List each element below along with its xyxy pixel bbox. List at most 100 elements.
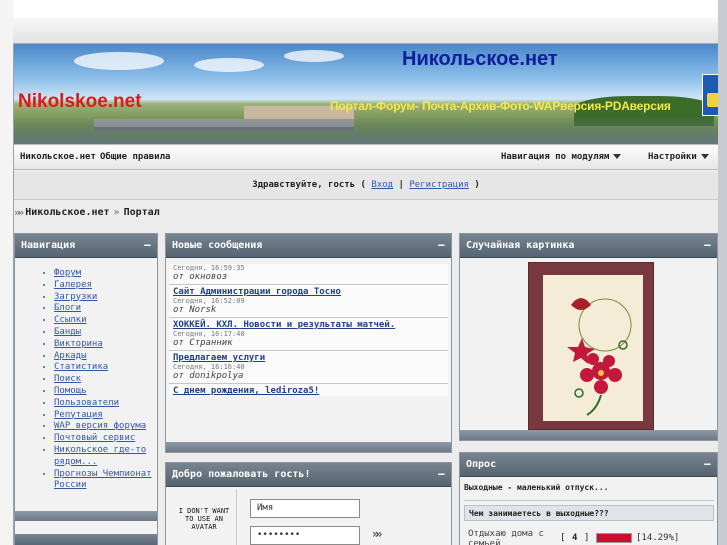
chevron-down-icon [700,154,709,159]
collapse-icon[interactable]: − [438,462,445,486]
nav-item-link[interactable]: Никольское где-то рядом... [54,445,146,467]
avatar-placeholder: I DON'T WANT TO USE AN AVATAR [178,507,230,531]
nav-item-link[interactable]: Аркады [54,351,87,361]
nav-modules-label: Навигация по модулям [501,152,610,162]
post-author[interactable]: от Norsk [169,305,448,317]
welcome-title: Добро пожаловать гость! [172,469,311,480]
site-title: Никольское.нет [402,48,558,70]
post-author[interactable]: от окновоз [169,272,448,284]
nav-item-link[interactable]: Банды [54,327,81,337]
nav-item: Ссылки [54,315,157,327]
random-picture-footer [460,430,717,440]
post-item: ХОККЕЙ. КХЛ. Новости и результаты матчей… [169,318,448,351]
nav-item-link[interactable]: Форум [54,268,81,278]
username-field[interactable]: Имя [250,499,360,518]
login-link[interactable]: Вход [371,180,393,190]
nav-item: Пользователи [54,398,157,410]
banner-links[interactable]: Портал-Форум- Почта-Архив-Фото-WAPверсия… [330,99,671,113]
banner-cloud [284,50,344,62]
nav-item-link[interactable]: Пользователи [54,398,119,408]
poll-divider [464,500,714,501]
nav-item-link[interactable]: Галерея [54,280,92,290]
nav-item-link[interactable]: Викторина [54,339,103,349]
chevron-down-icon [613,154,622,159]
nav-item-link[interactable]: Ссылки [54,315,87,325]
nav-item-link[interactable]: Помощь [54,386,87,396]
nav-item-link[interactable]: Почтовый сервис [54,433,135,443]
nav-item-link[interactable]: WAP версия форума [54,421,146,431]
quilling-flower-illustration [567,298,632,416]
nav-item: Викторина [54,339,157,351]
post-author[interactable]: от Странник [169,338,448,350]
welcome-panel: Добро пожаловать гость! − I DON'T WANT T… [165,462,452,545]
nav-item-link[interactable]: Поиск [54,374,81,384]
collapse-icon[interactable]: − [438,233,445,257]
random-picture-title: Случайная картинка [466,240,575,251]
greeting-close: ) [468,180,480,190]
nav-item: Статистика [54,362,157,374]
banner-cloud [74,52,164,70]
nav-item-link[interactable]: Прогнозы Чемпионат России [54,469,152,491]
post-title-link[interactable]: ХОККЕЙ. КХЛ. Новости и результаты матчей… [169,318,448,330]
random-picture-header: Случайная картинка − [460,234,717,258]
navigation-panel-footer [15,511,157,521]
banner-fade [14,116,718,144]
post-title-link[interactable]: С днем рождения, lediroza5! [169,384,448,396]
nav-item-link[interactable]: Загрузки [54,292,97,302]
scrollbar-track[interactable] [718,0,727,545]
post-author[interactable]: от donikpolya [169,371,448,383]
next-panel-header [15,534,157,545]
password-field[interactable]: •••••••• [250,526,360,545]
nav-item: Блоги [54,303,157,315]
quilling-card-image [543,275,643,421]
breadcrumb-home[interactable]: Никольское.нет [25,207,109,218]
banner-cloud [194,58,264,72]
navigation-panel-title: Навигация [21,240,76,251]
poll-option-bar-fill [597,534,631,542]
nav-item: Загрузки [54,292,157,304]
collapse-icon[interactable]: − [144,233,151,257]
random-picture-image[interactable] [528,262,654,430]
poll-option-count-close: ] [584,533,590,543]
site-banner[interactable]: Никольское.нет Nikolskoe.net Портал-Фору… [14,44,718,144]
new-posts-title: Новые сообщения [172,240,263,251]
nav-home-link[interactable]: Никольское.нет [20,152,96,162]
top-strip [13,18,718,44]
nav-settings-label: Настройки [648,152,697,162]
post-date: Сегодня, 16:59:35 [173,264,245,272]
collapse-icon[interactable]: − [704,452,711,476]
breadcrumb-separator: » [113,207,120,218]
new-posts-footer [166,442,451,452]
site-logo-text[interactable]: Nikolskoe.net [18,91,142,113]
poll-question-bar: Чем занимаетесь в выходные??? [464,505,714,521]
new-posts-panel: Новые сообщения − Сегодня, 16:59:35 от о… [165,233,452,453]
post-item: С днем рождения, lediroza5! [169,384,448,396]
poll-title: Опрос [466,459,497,470]
nav-settings-menu[interactable]: Настройки [648,152,709,162]
navigation-panel-header: Навигация − [15,234,157,258]
greeting-separator: | [393,180,410,190]
collapse-icon[interactable]: − [704,233,711,257]
nav-item-link[interactable]: Блоги [54,303,81,313]
nav-item-link[interactable]: Репутация [54,410,103,420]
poll-header: Опрос − [460,453,717,477]
nav-rules-link[interactable]: Общие правила [100,152,170,162]
post-title-link[interactable]: Сайт Администрации города Тосно [169,285,448,297]
poll-question: Чем занимаетесь в выходные??? [469,509,609,518]
post-item: Сегодня, 16:59:35 от окновоз [169,264,448,285]
new-posts-list: Сегодня, 16:59:35 от окновоз Сайт Админи… [166,258,451,396]
register-link[interactable]: Регистрация [409,180,469,190]
nav-item: Никольское где-то рядом... [54,445,157,469]
nav-modules-menu[interactable]: Навигация по модулям [501,152,622,162]
poll-option-count-open: [ [560,533,566,543]
nav-item: Галерея [54,280,157,292]
navigation-list: Форум Галерея Загрузки Блоги Ссылки Банд… [15,258,157,492]
post-date: Сегодня, 16:17:40 [173,330,245,338]
post-title-link[interactable]: Предлагаем услуги [169,351,448,363]
login-submit-icon[interactable]: »» [372,527,383,541]
nav-item: Прогнозы Чемпионат России [54,469,157,493]
nav-item: Банды [54,327,157,339]
breadcrumb: »» Никольское.нет » Портал [14,206,160,219]
nav-item-link[interactable]: Статистика [54,362,108,372]
new-posts-header: Новые сообщения − [166,234,451,258]
